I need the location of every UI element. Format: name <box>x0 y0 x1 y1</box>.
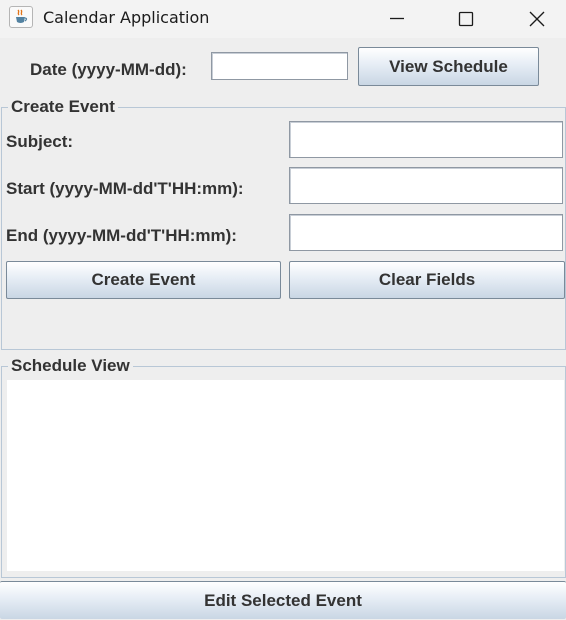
close-button[interactable] <box>514 0 560 38</box>
edit-selected-event-label: Edit Selected Event <box>204 591 362 610</box>
end-label: End (yyyy-MM-dd'T'HH:mm): <box>6 226 237 245</box>
schedule-view-title: Schedule View <box>8 356 133 376</box>
view-schedule-button[interactable]: View Schedule <box>358 47 539 86</box>
subject-label: Subject: <box>6 132 74 151</box>
create-event-label: Create Event <box>91 270 196 289</box>
minimize-button[interactable] <box>374 0 420 38</box>
view-schedule-label: View Schedule <box>389 57 508 76</box>
window-title: Calendar Application <box>43 8 210 27</box>
create-event-title: Create Event <box>8 97 118 117</box>
clear-fields-label: Clear Fields <box>378 270 476 289</box>
edit-selected-event-button[interactable]: Edit Selected Event <box>0 581 566 619</box>
clear-fields-button[interactable]: Clear Fields <box>289 261 565 299</box>
maximize-button[interactable] <box>443 0 489 38</box>
create-event-button[interactable]: Create Event <box>6 261 281 299</box>
java-cup-icon <box>9 6 33 28</box>
start-input[interactable] <box>289 167 563 204</box>
maximize-icon <box>458 11 474 27</box>
close-icon <box>529 11 545 27</box>
date-label: Date (yyyy-MM-dd): <box>30 60 187 79</box>
end-input[interactable] <box>289 214 563 251</box>
start-label: Start (yyyy-MM-dd'T'HH:mm): <box>6 179 244 198</box>
date-input[interactable] <box>211 52 348 80</box>
minimize-icon <box>390 17 404 20</box>
title-bar: Calendar Application <box>0 0 566 38</box>
schedule-text-area[interactable] <box>7 380 564 571</box>
subject-input[interactable] <box>289 121 563 158</box>
